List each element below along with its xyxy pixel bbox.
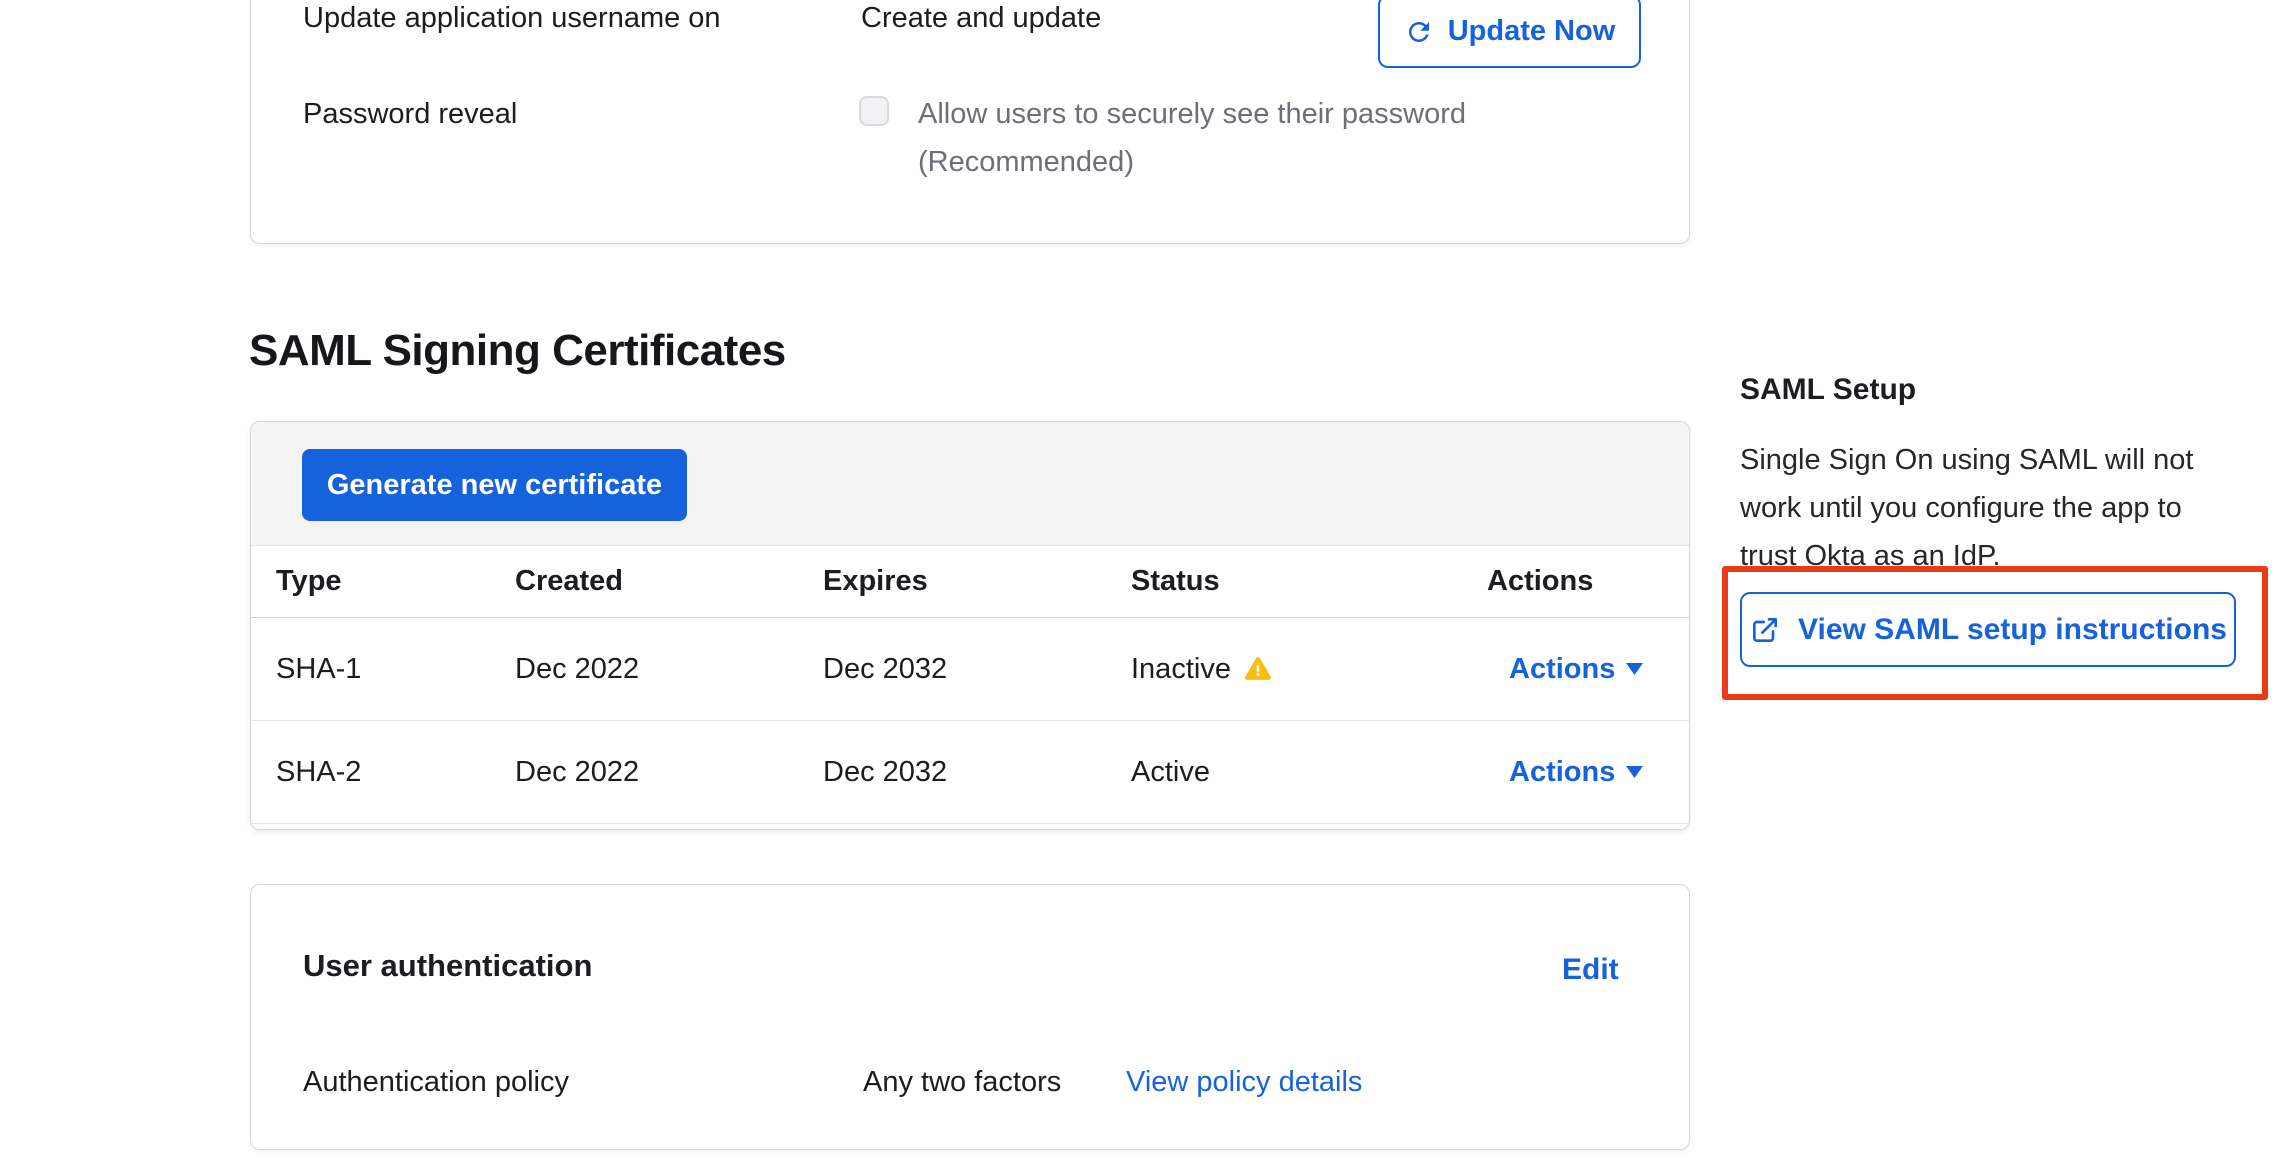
column-header-expires: Expires (798, 565, 1106, 598)
actions-dropdown[interactable]: Actions (1476, 756, 1643, 789)
username-update-label: Update application username on (303, 1, 721, 35)
cell-expires: Dec 2032 (798, 653, 1106, 686)
column-header-created: Created (490, 565, 798, 598)
saml-signing-certificates-heading: SAML Signing Certificates (249, 326, 786, 376)
cell-created: Dec 2022 (490, 653, 798, 686)
cell-actions: Actions (1451, 653, 1689, 686)
user-authentication-heading: User authentication (303, 949, 592, 983)
cell-status: Inactive (1106, 653, 1451, 686)
actions-label: Actions (1509, 756, 1615, 789)
refresh-icon (1404, 17, 1434, 47)
cell-type: SHA-2 (251, 756, 490, 789)
table-row-sha2: SHA-2 Dec 2022 Dec 2032 Active Actions (251, 721, 1689, 824)
external-link-icon (1749, 614, 1781, 646)
column-header-type: Type (251, 565, 490, 598)
authentication-policy-value: Any two factors (863, 1065, 1061, 1099)
chevron-down-icon (1626, 663, 1643, 675)
warning-icon (1245, 656, 1271, 682)
saml-setup-description: Single Sign On using SAML will not work … (1740, 436, 2240, 580)
update-now-label: Update Now (1448, 15, 1616, 48)
cell-status: Active (1106, 756, 1451, 789)
app-settings-card: Update application username on Create an… (250, 0, 1690, 244)
cell-type: SHA-1 (251, 653, 490, 686)
column-header-status: Status (1106, 565, 1451, 598)
saml-setup-heading: SAML Setup (1740, 373, 1916, 407)
status-text: Inactive (1131, 653, 1231, 686)
actions-label: Actions (1509, 653, 1615, 686)
view-saml-setup-label: View SAML setup instructions (1798, 613, 2227, 647)
password-reveal-checkbox[interactable] (859, 96, 889, 126)
view-policy-details-link[interactable]: View policy details (1126, 1065, 1362, 1099)
view-saml-setup-instructions-button[interactable]: View SAML setup instructions (1740, 592, 2236, 667)
cell-expires: Dec 2032 (798, 756, 1106, 789)
user-authentication-card: User authentication Edit Authentication … (250, 884, 1690, 1150)
table-row-sha1: SHA-1 Dec 2022 Dec 2032 Inactive Actions (251, 618, 1689, 721)
actions-dropdown[interactable]: Actions (1476, 653, 1643, 686)
saml-certificates-card: Generate new certificate Type Created Ex… (250, 421, 1690, 830)
generate-new-certificate-button[interactable]: Generate new certificate (302, 449, 687, 521)
chevron-down-icon (1626, 766, 1643, 778)
password-reveal-recommended-label: (Recommended) (918, 145, 1134, 179)
password-reveal-label: Password reveal (303, 97, 517, 131)
cell-actions: Actions (1451, 756, 1689, 789)
certificates-card-header-band: Generate new certificate (251, 422, 1689, 546)
password-reveal-checkbox-label: Allow users to securely see their passwo… (918, 97, 1466, 131)
certificates-table-header: Type Created Expires Status Actions (251, 546, 1689, 618)
authentication-policy-label: Authentication policy (303, 1065, 569, 1099)
status-text: Active (1131, 756, 1210, 789)
edit-link[interactable]: Edit (1562, 953, 1619, 987)
username-update-value: Create and update (861, 1, 1101, 35)
cell-created: Dec 2022 (490, 756, 798, 789)
column-header-actions: Actions (1451, 565, 1689, 598)
update-now-button[interactable]: Update Now (1378, 0, 1641, 68)
